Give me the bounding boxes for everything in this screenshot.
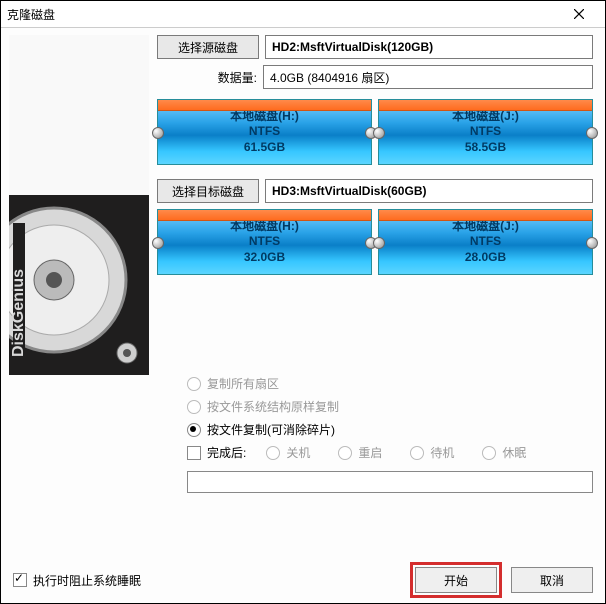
radio-copy-fs-structure[interactable]: 按文件系统结构原样复制 — [187, 398, 593, 415]
radio-icon — [338, 446, 352, 460]
source-partition-1[interactable]: 本地磁盘(J:) NTFS 58.5GB — [378, 99, 593, 165]
radio-label: 复制所有扇区 — [207, 375, 279, 392]
partition-size: 32.0GB — [244, 250, 285, 266]
partition-fs: NTFS — [470, 234, 501, 250]
source-disk-field: HD2:MsftVirtualDisk(120GB) — [265, 35, 593, 59]
prevent-sleep-checkbox[interactable]: 执行时阻止系统睡眠 — [13, 572, 141, 589]
cancel-button[interactable]: 取消 — [511, 567, 593, 593]
footer: 执行时阻止系统睡眠 开始 取消 — [1, 567, 605, 593]
svg-text:DiskGenius: DiskGenius — [10, 269, 27, 357]
target-partitions: 本地磁盘(H:) NTFS 32.0GB 本地磁盘(J:) NTFS 28.0G… — [157, 209, 593, 275]
close-icon — [574, 9, 584, 19]
partition-size: 28.0GB — [465, 250, 506, 266]
data-amount-value: 4.0GB (8404916 扇区) — [263, 65, 593, 89]
partition-strip — [158, 100, 371, 111]
data-amount-label: 数据量: — [157, 69, 263, 86]
resize-handle-left[interactable] — [373, 237, 385, 249]
partition-strip — [379, 210, 592, 221]
opt-shutdown[interactable]: 关机 — [266, 444, 310, 461]
options-panel: 复制所有扇区 按文件系统结构原样复制 按文件复制(可消除碎片) 完成后: 关机 … — [187, 375, 593, 493]
main-panel: 选择源磁盘 HD2:MsftVirtualDisk(120GB) 数据量: 4.… — [157, 35, 593, 289]
radio-icon — [482, 446, 496, 460]
data-amount-row: 数据量: 4.0GB (8404916 扇区) — [157, 65, 593, 89]
source-partition-0[interactable]: 本地磁盘(H:) NTFS 61.5GB — [157, 99, 372, 165]
partition-fs: NTFS — [249, 124, 280, 140]
after-done-checkbox[interactable] — [187, 446, 201, 460]
partition-fs: NTFS — [470, 124, 501, 140]
close-button[interactable] — [559, 1, 599, 27]
sidebar-illustration: DiskGenius — [9, 35, 149, 375]
resize-handle-right[interactable] — [586, 127, 598, 139]
radio-label: 按文件系统结构原样复制 — [207, 398, 339, 415]
radio-icon — [187, 377, 201, 391]
resize-handle-left[interactable] — [152, 127, 164, 139]
opt-label: 休眠 — [502, 444, 526, 461]
opt-standby[interactable]: 待机 — [410, 444, 454, 461]
dialog-window: 克隆磁盘 DiskGenius 选择源磁盘 HD2:MsftVi — [0, 0, 606, 604]
checkbox-icon — [13, 573, 27, 587]
partition-size: 58.5GB — [465, 140, 506, 156]
after-done-options: 关机 重启 待机 休眠 — [266, 444, 526, 461]
target-partition-0[interactable]: 本地磁盘(H:) NTFS 32.0GB — [157, 209, 372, 275]
after-done-label: 完成后: — [207, 444, 246, 461]
radio-icon — [266, 446, 280, 460]
titlebar: 克隆磁盘 — [1, 1, 605, 28]
opt-hibernate[interactable]: 休眠 — [482, 444, 526, 461]
radio-icon — [187, 423, 201, 437]
start-button[interactable]: 开始 — [415, 567, 497, 593]
radio-icon — [410, 446, 424, 460]
source-row: 选择源磁盘 HD2:MsftVirtualDisk(120GB) — [157, 35, 593, 59]
radio-copy-all-sectors[interactable]: 复制所有扇区 — [187, 375, 593, 392]
partition-strip — [379, 100, 592, 111]
opt-restart[interactable]: 重启 — [338, 444, 382, 461]
window-title: 克隆磁盘 — [7, 6, 559, 23]
resize-handle-left[interactable] — [152, 237, 164, 249]
partition-strip — [158, 210, 371, 221]
disk-art-icon: DiskGenius — [9, 35, 149, 375]
opt-label: 关机 — [286, 444, 310, 461]
target-disk-field: HD3:MsftVirtualDisk(60GB) — [265, 179, 593, 203]
target-partition-1[interactable]: 本地磁盘(J:) NTFS 28.0GB — [378, 209, 593, 275]
select-source-button[interactable]: 选择源磁盘 — [157, 35, 259, 59]
progress-bar — [187, 471, 593, 493]
target-row: 选择目标磁盘 HD3:MsftVirtualDisk(60GB) — [157, 179, 593, 203]
radio-label: 按文件复制(可消除碎片) — [207, 421, 335, 438]
select-target-button[interactable]: 选择目标磁盘 — [157, 179, 259, 203]
prevent-sleep-label: 执行时阻止系统睡眠 — [33, 572, 141, 589]
after-done-row: 完成后: 关机 重启 待机 休眠 — [187, 444, 593, 461]
opt-label: 重启 — [358, 444, 382, 461]
opt-label: 待机 — [430, 444, 454, 461]
dialog-body: DiskGenius 选择源磁盘 HD2:MsftVirtualDisk(120… — [1, 27, 605, 603]
resize-handle-right[interactable] — [586, 237, 598, 249]
radio-copy-by-file[interactable]: 按文件复制(可消除碎片) — [187, 421, 593, 438]
partition-fs: NTFS — [249, 234, 280, 250]
source-partitions: 本地磁盘(H:) NTFS 61.5GB 本地磁盘(J:) NTFS 58.5G… — [157, 99, 593, 165]
resize-handle-left[interactable] — [373, 127, 385, 139]
radio-icon — [187, 400, 201, 414]
partition-size: 61.5GB — [244, 140, 285, 156]
